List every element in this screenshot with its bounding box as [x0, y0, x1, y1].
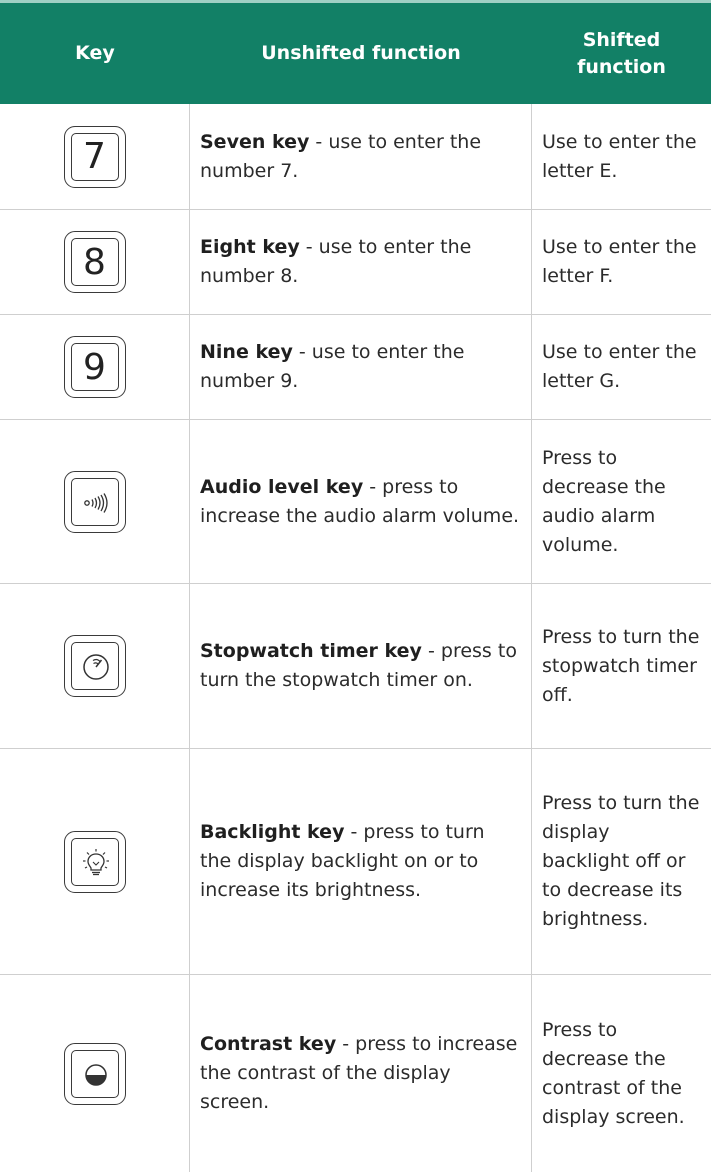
shifted-cell: Press to turn the display backlight off …	[532, 749, 711, 974]
key-digit: 7	[83, 136, 106, 177]
table-row: 7 Seven key - use to enter the number 7.…	[0, 104, 711, 210]
contrast-key	[63, 1042, 126, 1105]
table-row: 8 Eight key - use to enter the number 8.…	[0, 210, 711, 315]
header-unshifted-function: Unshifted function	[261, 42, 461, 64]
shifted-description: Press to decrease the audio alarm volume…	[542, 446, 666, 556]
unshifted-cell: Backlight key - press to turn the displa…	[190, 749, 532, 974]
unshifted-cell: Seven key - use to enter the number 7.	[190, 104, 532, 209]
backlight-bulb-icon	[82, 848, 109, 875]
key-cell	[0, 975, 190, 1172]
shifted-description: Use to enter the letter E.	[542, 130, 697, 182]
shifted-cell: Use to enter the letter G.	[532, 315, 711, 419]
key-cell: 8	[0, 210, 190, 314]
shifted-description: Press to decrease the contrast of the di…	[542, 1018, 685, 1128]
key-name: Audio level key	[200, 475, 364, 498]
key-cell	[0, 749, 190, 974]
shifted-description: Press to turn the stopwatch timer off.	[542, 625, 700, 706]
eight-key-icon: 8	[63, 231, 126, 293]
key-cell	[0, 584, 190, 748]
table-header: Key Unshifted function Shifted function	[0, 0, 711, 104]
shifted-cell: Use to enter the letter F.	[532, 210, 711, 314]
backlight-key	[63, 830, 126, 893]
key-digit: 9	[83, 346, 106, 388]
shifted-cell: Press to decrease the audio alarm volume…	[532, 420, 711, 583]
unshifted-cell: Audio level key - press to increase the …	[190, 420, 532, 583]
shifted-description: Press to turn the display backlight off …	[542, 792, 700, 930]
key-name: Contrast key	[200, 1033, 337, 1055]
key-digit: 8	[83, 241, 106, 283]
table-row: Backlight key - press to turn the displa…	[0, 749, 711, 975]
key-name: Stopwatch timer key	[200, 640, 422, 662]
audio-level-icon	[83, 492, 108, 513]
key-name: Seven key	[200, 130, 310, 153]
unshifted-cell: Eight key - use to enter the number 8.	[190, 210, 532, 314]
shifted-description: Use to enter the letter F.	[542, 236, 697, 287]
key-cell	[0, 420, 190, 583]
unshifted-cell: Stopwatch timer key - press to turn the …	[190, 584, 532, 748]
key-cell: 7	[0, 104, 190, 209]
key-name: Backlight key	[200, 821, 345, 843]
shifted-cell: Use to enter the letter E.	[532, 104, 711, 209]
header-shifted-function: Shifted function	[577, 28, 666, 78]
shifted-cell: Press to turn the stopwatch timer off.	[532, 584, 711, 748]
unshifted-cell: Nine key - use to enter the number 9.	[190, 315, 532, 419]
key-name: Eight key	[200, 236, 300, 258]
shifted-cell: Press to decrease the contrast of the di…	[532, 975, 711, 1172]
stopwatch-timer-key	[63, 635, 126, 697]
nine-key-icon: 9	[63, 336, 126, 398]
header-key: Key	[75, 42, 115, 64]
table-row: Contrast key - press to increase the con…	[0, 975, 711, 1172]
shifted-description: Use to enter the letter G.	[542, 341, 697, 392]
stopwatch-icon	[82, 654, 109, 680]
key-name: Nine key	[200, 341, 293, 363]
unshifted-cell: Contrast key - press to increase the con…	[190, 975, 532, 1172]
keypad-function-table: Key Unshifted function Shifted function 7…	[0, 0, 711, 1172]
key-cell: 9	[0, 315, 190, 419]
table-row: Stopwatch timer key - press to turn the …	[0, 584, 711, 749]
audio-level-key	[63, 470, 126, 533]
contrast-icon	[84, 1063, 107, 1086]
table-row: Audio level key - press to increase the …	[0, 420, 711, 584]
table-row: 9 Nine key - use to enter the number 9. …	[0, 315, 711, 420]
seven-key-icon: 7	[63, 125, 126, 188]
